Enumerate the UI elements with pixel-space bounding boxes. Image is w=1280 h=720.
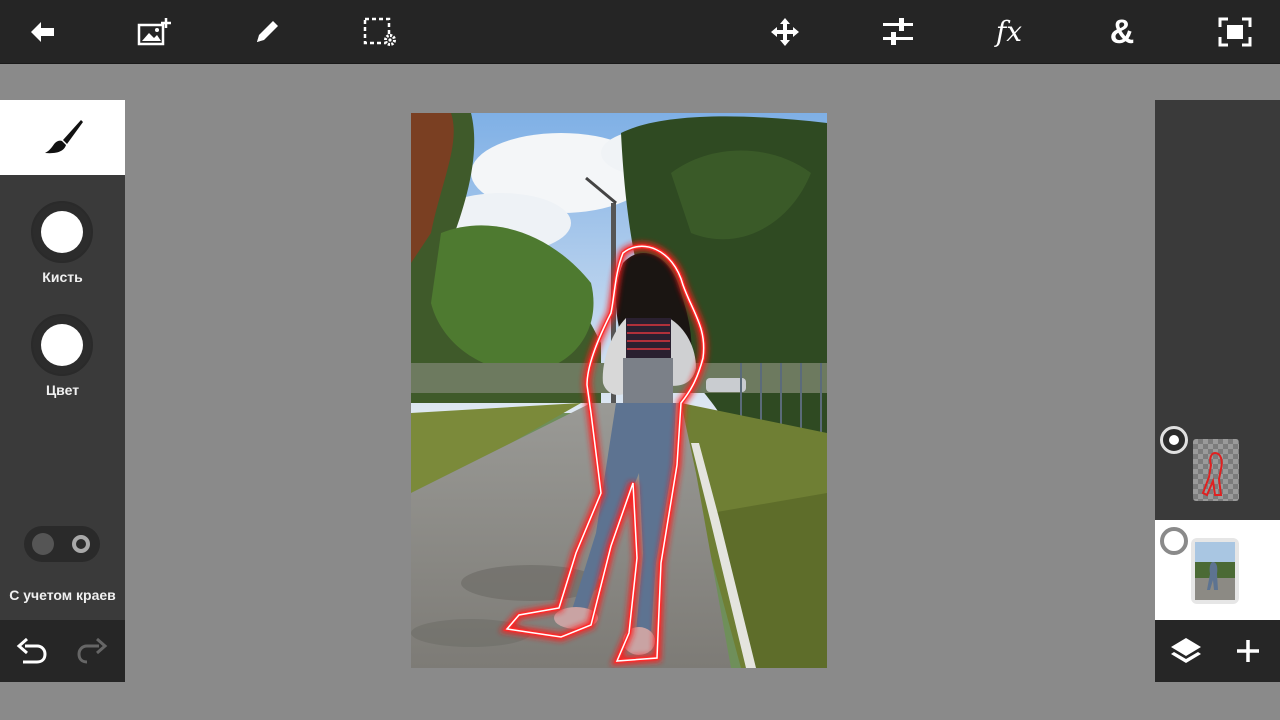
photo-thumbnail <box>1195 542 1235 600</box>
effects-button[interactable]: fx <box>987 10 1031 54</box>
brush-label: Кисть <box>42 269 83 285</box>
brush-icon <box>44 119 83 153</box>
plus-icon <box>1237 640 1259 662</box>
tool-options-panel: Кисть Цвет С учетом краев <box>0 100 125 682</box>
color-button[interactable] <box>31 314 93 376</box>
brush-size-preview <box>41 211 83 253</box>
brush-size-button[interactable] <box>31 201 93 263</box>
fit-screen-button[interactable] <box>1213 10 1257 54</box>
redo-icon <box>77 637 108 664</box>
color-label: Цвет <box>45 382 80 398</box>
fit-screen-icon <box>1218 17 1252 47</box>
adjustments-icon <box>883 18 913 45</box>
back-button[interactable] <box>21 10 65 54</box>
color-preview <box>41 324 83 366</box>
radio-dot <box>1169 435 1179 445</box>
layers-button[interactable] <box>1169 634 1203 668</box>
selection-button[interactable] <box>357 10 401 54</box>
undo-button[interactable] <box>14 634 48 668</box>
toggle-knob <box>32 533 54 555</box>
selection-outline-thumbnail <box>1201 451 1223 497</box>
move-icon <box>771 18 799 46</box>
photo-canvas[interactable] <box>411 113 827 668</box>
text-button[interactable]: & <box>1100 10 1144 54</box>
fx-icon: fx <box>995 15 1023 48</box>
move-button[interactable] <box>763 10 807 54</box>
layers-panel <box>1155 100 1280 682</box>
draw-button[interactable] <box>245 10 289 54</box>
pencil-icon <box>257 21 278 42</box>
selection-settings-icon <box>363 17 396 46</box>
photo-illustration <box>411 113 827 668</box>
layers-icon <box>1171 638 1201 663</box>
top-toolbar: fx & <box>0 0 1280 64</box>
add-image-button[interactable] <box>133 10 177 54</box>
history-bar <box>0 620 125 682</box>
ampersand-icon: & <box>1109 13 1135 51</box>
toggle-indicator <box>72 535 90 553</box>
layer-2-thumbnail[interactable] <box>1191 538 1239 604</box>
redo-button[interactable] <box>76 634 110 668</box>
undo-icon <box>16 637 47 664</box>
add-image-icon <box>137 18 171 46</box>
adjustments-button[interactable] <box>876 10 920 54</box>
layer-2-row[interactable] <box>1155 520 1280 620</box>
layers-bar <box>1155 620 1280 682</box>
add-layer-button[interactable] <box>1231 634 1265 668</box>
brush-tool-button[interactable] <box>0 100 125 175</box>
back-arrow-icon <box>31 22 54 42</box>
layer-1-visibility[interactable] <box>1160 426 1188 454</box>
layer-1-thumbnail[interactable] <box>1193 439 1239 501</box>
layer-2-visibility[interactable] <box>1160 527 1188 555</box>
edge-aware-label: С учетом краев <box>9 587 116 603</box>
edge-aware-toggle[interactable] <box>24 526 100 562</box>
